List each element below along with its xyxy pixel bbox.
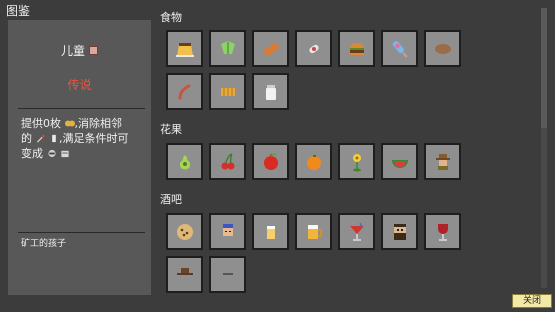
cherry-icon <box>221 152 234 169</box>
window-title: 图鉴 <box>6 4 31 18</box>
slot-sausage[interactable] <box>166 73 203 110</box>
scrollbar-thumb[interactable] <box>541 8 547 128</box>
bartender-icon <box>222 223 233 236</box>
cocktail-icon <box>349 222 364 241</box>
detail-panel: 儿童 传说 提供0枚 ,消除相邻 的 ,满足条件时可 变成 矿工的孩子 <box>8 20 151 295</box>
flower-icon <box>352 153 361 171</box>
slot-lettuce[interactable] <box>209 30 246 67</box>
slot-cocktail[interactable] <box>338 213 375 250</box>
bread-icon <box>263 42 279 56</box>
coin-icon <box>64 120 75 126</box>
apple-icon <box>263 152 278 170</box>
pudding-icon <box>175 42 194 57</box>
slot-burger[interactable] <box>338 30 375 67</box>
potato-icon <box>434 43 451 54</box>
description-text: ,满足条件时可 <box>59 132 129 145</box>
orange-icon <box>306 154 321 170</box>
slot-bartender[interactable] <box>209 213 246 250</box>
item-flavor-text: 矿工的孩子 <box>21 239 67 249</box>
slot-bearded-man[interactable] <box>381 213 418 250</box>
farmer-icon <box>435 153 450 170</box>
slot-cheese[interactable] <box>209 73 246 110</box>
milk-small-icon <box>52 134 56 142</box>
item-description: 提供0枚 ,消除相邻 的 ,满足条件时可 变成 <box>21 116 149 161</box>
candy-icon <box>308 44 319 53</box>
slot-bread[interactable] <box>252 30 289 67</box>
wine-glass-icon <box>437 223 448 241</box>
cowboy-icon <box>176 267 193 275</box>
item-name-row: 儿童 <box>8 42 151 59</box>
slot-potato[interactable] <box>424 30 461 67</box>
close-button[interactable]: 关闭 <box>512 294 552 308</box>
divider <box>18 232 145 233</box>
collection-list[interactable]: 食物 花果 酒吧 <box>160 0 550 312</box>
slot-apple[interactable] <box>252 143 289 180</box>
scrollbar[interactable] <box>541 8 547 288</box>
beer-glass-icon <box>266 225 275 239</box>
divider <box>18 108 145 109</box>
category-title-fruit: 花果 <box>160 123 182 136</box>
lettuce-icon <box>220 40 235 54</box>
hidden-icon <box>222 272 233 275</box>
bearded-man-icon <box>393 223 406 240</box>
item-name: 儿童 <box>60 44 85 58</box>
child-icon <box>89 46 98 55</box>
pickaxe-icon <box>36 133 45 143</box>
category-title-bar: 酒吧 <box>160 193 182 206</box>
miner-icon <box>47 149 56 157</box>
cookie-icon <box>176 223 193 240</box>
slot-candy[interactable] <box>295 30 332 67</box>
pear-icon <box>179 154 190 169</box>
category-title-food: 食物 <box>160 11 182 24</box>
slot-cherry[interactable] <box>209 143 246 180</box>
description-text: 的 <box>21 132 32 145</box>
slot-popsicle[interactable] <box>381 30 418 67</box>
description-text: ,消除相邻 <box>74 117 123 130</box>
slot-beer-glass[interactable] <box>252 213 289 250</box>
sausage-icon <box>178 84 190 99</box>
cheese-icon <box>220 87 235 96</box>
slot-pudding[interactable] <box>166 30 203 67</box>
burger-icon <box>349 42 364 55</box>
slot-pear[interactable] <box>166 143 203 180</box>
slot-beer-mug[interactable] <box>295 213 332 250</box>
milk-icon <box>265 84 276 100</box>
description-text: 变成 <box>21 147 43 160</box>
slot-wine-glass[interactable] <box>424 213 461 250</box>
popsicle-icon <box>392 40 408 58</box>
slot-cookie[interactable] <box>166 213 203 250</box>
slot-watermelon[interactable] <box>381 143 418 180</box>
slot-orange[interactable] <box>295 143 332 180</box>
slot-flower[interactable] <box>338 143 375 180</box>
slot-cowboy[interactable] <box>166 256 203 293</box>
item-rarity: 传说 <box>67 78 92 92</box>
description-text: 提供0枚 <box>21 117 61 130</box>
worker-icon <box>61 150 69 157</box>
slot-milk[interactable] <box>252 73 289 110</box>
watermelon-icon <box>391 159 408 168</box>
slot-hidden[interactable] <box>209 256 246 293</box>
beer-mug-icon <box>307 224 322 239</box>
slot-farmer[interactable] <box>424 143 461 180</box>
